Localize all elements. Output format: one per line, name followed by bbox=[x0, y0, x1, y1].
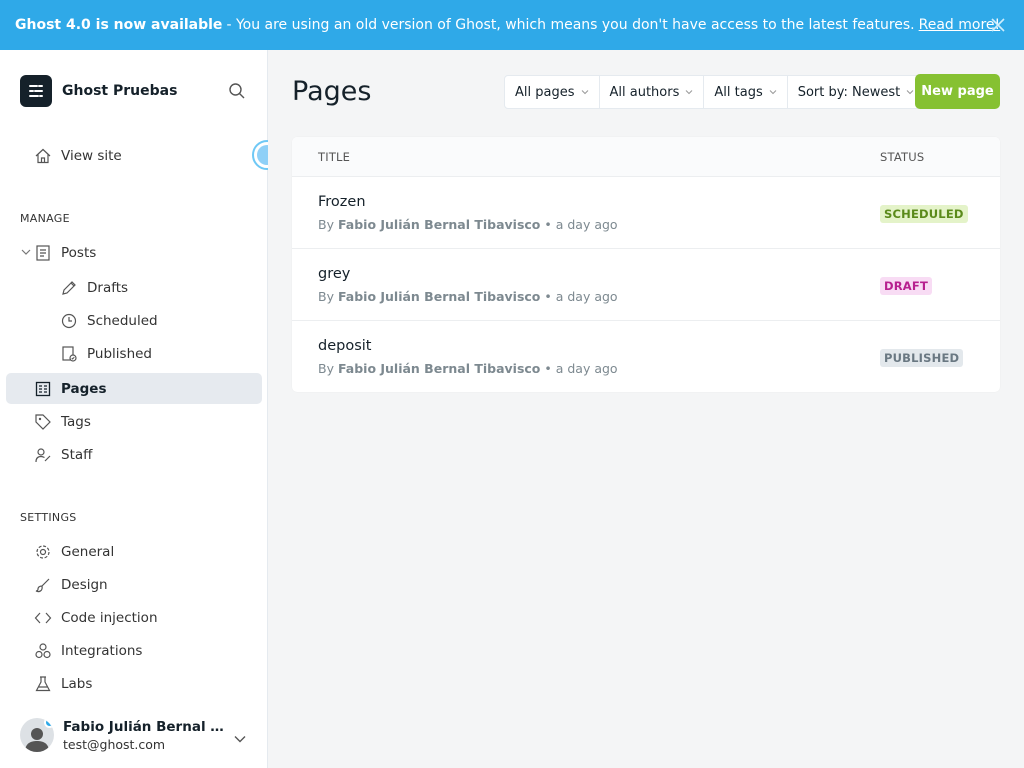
nav-pages[interactable]: Pages bbox=[6, 373, 262, 404]
brand[interactable]: Ghost Pruebas bbox=[20, 75, 177, 107]
filter-tag-label: All tags bbox=[714, 84, 763, 100]
search-icon[interactable] bbox=[228, 82, 246, 100]
table-row[interactable]: Frozen By Fabio Julián Bernal Tibavisco … bbox=[292, 177, 1000, 249]
page-meta: By Fabio Julián Bernal Tibavisco • a day… bbox=[318, 289, 618, 304]
nav-code-injection-label: Code injection bbox=[61, 610, 158, 626]
main-content: Pages All pages All authors All tags Sor… bbox=[268, 50, 1024, 768]
pencil-icon bbox=[62, 281, 76, 295]
nav-general[interactable]: General bbox=[34, 538, 114, 566]
avatar bbox=[20, 718, 54, 752]
filter-bar: All pages All authors All tags Sort by: … bbox=[504, 75, 926, 109]
settings-heading: SETTINGS bbox=[20, 511, 77, 524]
nav-integrations[interactable]: Integrations bbox=[34, 637, 142, 665]
status-badge: DRAFT bbox=[880, 277, 933, 295]
banner-read-more-link[interactable]: Read more! bbox=[919, 17, 1001, 33]
nav-posts-label: Posts bbox=[61, 245, 97, 261]
nav-tags-label: Tags bbox=[61, 414, 91, 430]
nav-scheduled[interactable]: Scheduled bbox=[60, 307, 158, 335]
banner-message: - You are using an old version of Ghost,… bbox=[226, 17, 915, 33]
staff-icon bbox=[35, 448, 51, 463]
brush-icon bbox=[35, 578, 50, 593]
nav-labs-label: Labs bbox=[61, 676, 93, 692]
sidebar: Ghost Pruebas View site MANAGE Posts Dra… bbox=[0, 50, 282, 768]
nav-staff[interactable]: Staff bbox=[34, 441, 92, 469]
timestamp: • a day ago bbox=[544, 217, 618, 232]
filter-tag-select[interactable]: All tags bbox=[704, 76, 788, 108]
nav-code-injection[interactable]: Code injection bbox=[34, 604, 158, 632]
author-name: Fabio Julián Bernal Tibavisco bbox=[337, 361, 541, 376]
pages-table: TITLE STATUS Frozen By Fabio Julián Bern… bbox=[292, 137, 1000, 392]
chevron-down-icon bbox=[686, 90, 693, 95]
page-meta: By Fabio Julián Bernal Tibavisco • a day… bbox=[318, 361, 618, 376]
table-header: TITLE STATUS bbox=[292, 137, 1000, 177]
author-name: Fabio Julián Bernal Tibavisco bbox=[337, 289, 541, 304]
nav-general-label: General bbox=[61, 544, 115, 560]
author-name: Fabio Julián Bernal Tibavisco bbox=[337, 217, 541, 232]
published-icon bbox=[62, 346, 77, 362]
nav-design[interactable]: Design bbox=[34, 571, 108, 599]
status-badge: SCHEDULED bbox=[880, 205, 968, 223]
code-icon bbox=[34, 612, 52, 624]
column-title: TITLE bbox=[318, 150, 351, 164]
banner-title: Ghost 4.0 is now available bbox=[15, 17, 223, 33]
page-title-cell: deposit bbox=[318, 338, 372, 354]
status-badge: PUBLISHED bbox=[880, 349, 964, 367]
notification-badge bbox=[44, 718, 54, 728]
nav-published-label: Published bbox=[87, 346, 152, 362]
clock-icon bbox=[61, 313, 77, 329]
tag-icon bbox=[35, 414, 51, 430]
timestamp: • a day ago bbox=[544, 289, 618, 304]
ghost-logo-icon bbox=[20, 75, 52, 107]
new-page-button[interactable]: New page bbox=[915, 74, 1000, 109]
user-menu[interactable]: Fabio Julián Bernal Tibavisco test@ghost… bbox=[20, 718, 227, 752]
filter-type-label: All pages bbox=[515, 84, 575, 100]
table-row[interactable]: deposit By Fabio Julián Bernal Tibavisco… bbox=[292, 321, 1000, 393]
nav-integrations-label: Integrations bbox=[61, 643, 143, 659]
filter-author-select[interactable]: All authors bbox=[600, 76, 705, 108]
page-title-cell: grey bbox=[318, 266, 351, 282]
manage-heading: MANAGE bbox=[20, 212, 70, 225]
nav-view-site[interactable]: View site bbox=[34, 142, 122, 170]
page-title-cell: Frozen bbox=[318, 194, 366, 210]
sort-label: Sort by: Newest bbox=[797, 84, 901, 100]
filter-type-select[interactable]: All pages bbox=[505, 76, 600, 108]
nav-published[interactable]: Published bbox=[60, 340, 152, 368]
nav-tags[interactable]: Tags bbox=[34, 408, 91, 436]
nav-design-label: Design bbox=[61, 577, 108, 593]
site-name: Ghost Pruebas bbox=[62, 83, 178, 99]
nav-drafts-label: Drafts bbox=[87, 280, 129, 296]
nav-staff-label: Staff bbox=[61, 447, 93, 463]
nav-view-site-label: View site bbox=[61, 148, 122, 164]
nav-pages-label: Pages bbox=[61, 380, 107, 397]
nav-labs[interactable]: Labs bbox=[34, 670, 92, 698]
sort-select[interactable]: Sort by: Newest bbox=[788, 76, 925, 108]
chevron-down-icon bbox=[906, 90, 914, 95]
integrations-icon bbox=[35, 643, 51, 659]
user-name: Fabio Julián Bernal Tibavisco bbox=[63, 718, 227, 735]
chevron-down-icon[interactable] bbox=[20, 246, 32, 258]
nav-scheduled-label: Scheduled bbox=[87, 313, 158, 329]
home-icon bbox=[35, 148, 51, 164]
flask-icon bbox=[35, 676, 51, 692]
update-banner: Ghost 4.0 is now available - You are usi… bbox=[0, 0, 1024, 50]
chevron-down-icon bbox=[769, 90, 777, 95]
table-row[interactable]: grey By Fabio Julián Bernal Tibavisco • … bbox=[292, 249, 1000, 321]
chevron-down-icon bbox=[581, 90, 588, 95]
column-status: STATUS bbox=[880, 150, 925, 164]
posts-icon bbox=[36, 245, 50, 261]
user-email: test@ghost.com bbox=[63, 736, 166, 752]
page-meta: By Fabio Julián Bernal Tibavisco • a day… bbox=[318, 217, 618, 232]
filter-author-label: All authors bbox=[609, 84, 680, 100]
close-icon[interactable] bbox=[990, 17, 1006, 33]
timestamp: • a day ago bbox=[544, 361, 618, 376]
nav-posts[interactable]: Posts bbox=[34, 239, 96, 267]
nav-drafts[interactable]: Drafts bbox=[60, 274, 128, 302]
chevron-down-icon[interactable] bbox=[233, 734, 247, 744]
gear-icon bbox=[36, 545, 50, 559]
page-title: Pages bbox=[292, 76, 372, 107]
pages-icon bbox=[35, 381, 51, 396]
